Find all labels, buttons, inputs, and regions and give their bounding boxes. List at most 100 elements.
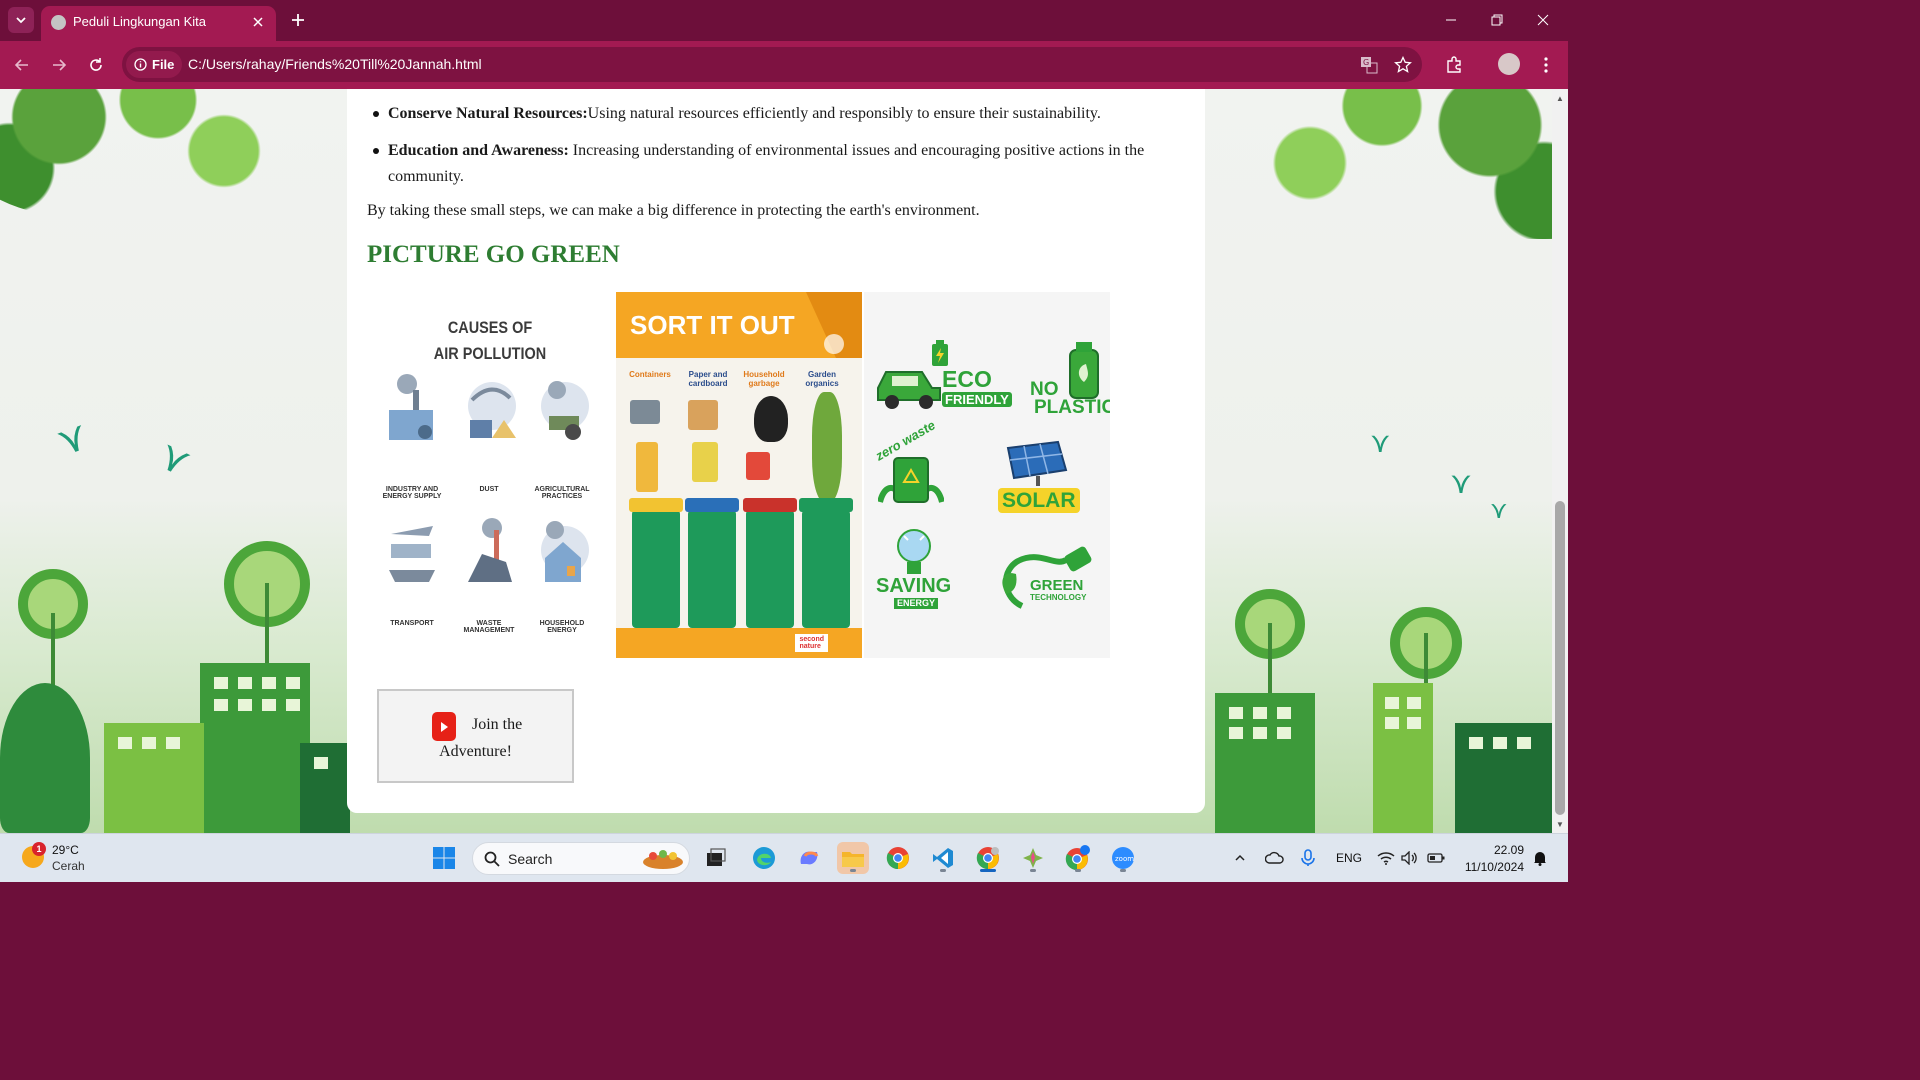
trash-item xyxy=(746,452,770,480)
vertical-scrollbar[interactable]: ▲ ▼ xyxy=(1552,89,1568,833)
taskbar-app-chrome-facebook[interactable] xyxy=(1062,842,1094,874)
city-skyline-right xyxy=(1205,89,1568,833)
battery-icon xyxy=(1427,853,1445,863)
restore-icon xyxy=(1491,14,1503,26)
trash-item xyxy=(812,392,842,502)
new-tab-button[interactable] xyxy=(287,9,309,31)
running-indicator xyxy=(1075,869,1081,872)
taskbar-app-zoom[interactable]: zoom xyxy=(1107,842,1139,874)
scrollbar-thumb[interactable] xyxy=(1555,501,1565,815)
running-indicator xyxy=(980,869,996,872)
menu-button[interactable] xyxy=(1533,52,1559,78)
solar-panel-icon xyxy=(1006,440,1068,486)
scroll-up-icon[interactable]: ▲ xyxy=(1555,93,1565,103)
chrome-icon xyxy=(976,847,999,870)
microphone-tray-button[interactable] xyxy=(1296,842,1320,874)
tractor-icon xyxy=(541,381,589,440)
close-icon xyxy=(253,17,263,27)
taskbar-app-chrome-profile[interactable] xyxy=(972,842,1004,874)
tab-title: Peduli Lingkungan Kita xyxy=(73,14,206,29)
household-icon xyxy=(541,521,589,582)
browser-title-bar: Peduli Lingkungan Kita xyxy=(0,0,1568,41)
list-item: Conserve Natural Resources:Using natural… xyxy=(367,101,1187,127)
windows-taskbar: 1 29°C Cerah Search zoom ENG 22.09 11/10… xyxy=(0,833,1568,882)
bottle-icon xyxy=(1069,342,1099,399)
copilot-icon xyxy=(800,851,819,865)
onedrive-tray-button[interactable] xyxy=(1263,842,1287,874)
eco-sticker-title: ECO xyxy=(942,366,992,392)
close-window-button[interactable] xyxy=(1520,0,1566,40)
tab-close-button[interactable] xyxy=(248,12,268,32)
building xyxy=(1215,693,1315,833)
bin-label: Paper and cardboard xyxy=(688,370,728,388)
waste-icon xyxy=(468,518,512,582)
taskbar-app-vscode[interactable] xyxy=(927,842,959,874)
taskbar-app-file-explorer[interactable] xyxy=(837,842,869,874)
youtube-icon xyxy=(432,712,456,741)
scroll-down-icon[interactable]: ▼ xyxy=(1555,819,1565,829)
microphone-icon xyxy=(1301,849,1315,866)
clock-time: 22.09 xyxy=(1493,843,1524,857)
tab-search-button[interactable] xyxy=(8,7,34,33)
start-button[interactable] xyxy=(428,842,460,874)
browser-tab[interactable]: Peduli Lingkungan Kita xyxy=(41,6,276,41)
language-indicator[interactable]: ENG xyxy=(1336,851,1362,865)
forward-button[interactable] xyxy=(46,52,72,78)
recycling-bin xyxy=(629,498,683,628)
more-vertical-icon xyxy=(1544,57,1548,73)
taskbar-app-gemini[interactable] xyxy=(1017,842,1049,874)
url-text[interactable]: C:/Users/rahay/Friends%20Till%20Jannah.h… xyxy=(188,56,482,72)
wifi-tray-button[interactable] xyxy=(1374,842,1398,874)
edge-icon xyxy=(753,847,775,869)
address-bar[interactable]: File C:/Users/rahay/Friends%20Till%20Jan… xyxy=(122,47,1422,82)
minimize-button[interactable] xyxy=(1428,0,1474,40)
translate-icon: G xyxy=(1361,57,1378,74)
extensions-button[interactable] xyxy=(1441,52,1467,78)
building xyxy=(1373,683,1433,833)
bookmark-button[interactable] xyxy=(1392,54,1414,76)
folder-icon xyxy=(842,852,864,867)
trash-item xyxy=(636,442,658,492)
taskbar-app-copilot[interactable] xyxy=(793,842,825,874)
chevron-down-icon xyxy=(16,17,26,24)
trash-item xyxy=(688,400,718,430)
bin-label: Household garbage xyxy=(743,370,785,388)
chrome-icon xyxy=(886,847,909,870)
site-info-chip[interactable]: File xyxy=(126,51,183,78)
vscode-icon xyxy=(933,848,953,868)
weather-temperature: 29°C xyxy=(52,843,79,857)
taskbar-search[interactable]: Search xyxy=(472,842,690,875)
tips-list: Conserve Natural Resources:Using natural… xyxy=(367,101,1187,201)
system-clock[interactable]: 22.09 11/10/2024 xyxy=(1458,842,1524,876)
notifications-button[interactable] xyxy=(1530,842,1550,874)
list-item-term: Education and Awareness: xyxy=(388,142,569,159)
weather-widget[interactable]: 1 29°C Cerah xyxy=(18,840,108,878)
cause-label: WASTE MANAGEMENT xyxy=(463,620,515,634)
battery-tray-button[interactable] xyxy=(1424,842,1448,874)
cause-label: TRANSPORT xyxy=(390,620,434,627)
volume-tray-button[interactable] xyxy=(1398,842,1422,874)
running-indicator xyxy=(1030,869,1036,872)
windows-logo-icon xyxy=(433,847,455,869)
translate-button[interactable]: G xyxy=(1358,54,1380,76)
reload-button[interactable] xyxy=(83,52,109,78)
taskbar-app-chrome[interactable] xyxy=(882,842,914,874)
taskbar-app-edge[interactable] xyxy=(748,842,780,874)
trash-item xyxy=(630,400,660,424)
saving-energy-sticker: ENERGY xyxy=(894,598,939,609)
restore-button[interactable] xyxy=(1474,0,1520,40)
zoom-icon: zoom xyxy=(1112,847,1134,869)
profile-avatar[interactable] xyxy=(1498,53,1520,75)
bin-label: Containers xyxy=(629,370,671,379)
recycling-bin xyxy=(799,498,853,628)
join-button-label: Join the xyxy=(472,716,523,733)
task-view-button[interactable] xyxy=(700,842,732,874)
chevron-up-icon xyxy=(1235,854,1245,861)
join-adventure-button[interactable]: Join the Adventure! xyxy=(377,689,574,783)
globe-icon xyxy=(51,15,66,30)
show-hidden-icons-button[interactable] xyxy=(1228,842,1252,874)
back-button[interactable] xyxy=(9,52,35,78)
no-plastic-sticker: PLASTIC xyxy=(1034,397,1110,418)
sort-it-out-image: SORT IT OUT Containers Paper and cardboa… xyxy=(616,292,862,658)
join-button-label: Adventure! xyxy=(439,743,512,760)
